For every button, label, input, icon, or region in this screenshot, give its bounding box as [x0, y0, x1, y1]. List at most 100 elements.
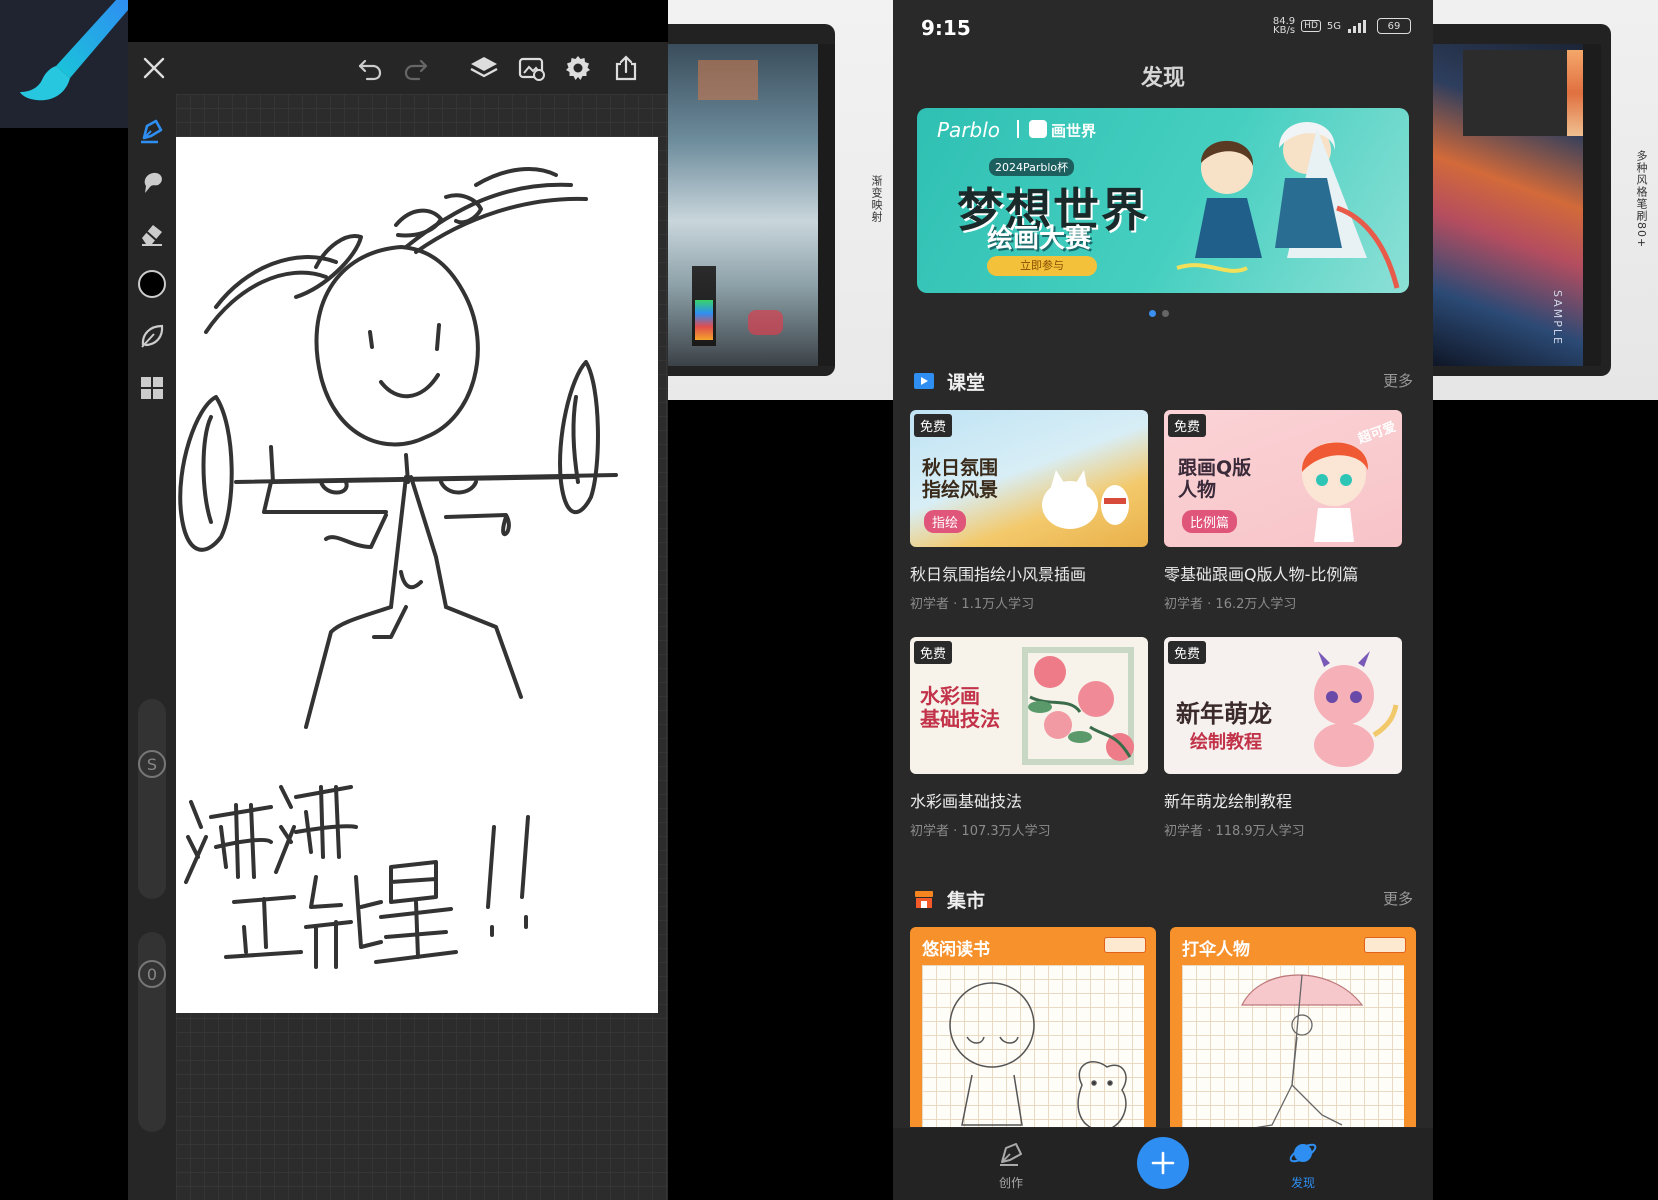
banner-subheadline: 绘画大赛 — [987, 224, 1092, 254]
classroom-title: 课堂 — [947, 372, 986, 394]
market-item-reading[interactable]: 悠闲读书 — [910, 927, 1156, 1127]
banner-dot-2[interactable] — [1162, 310, 1169, 317]
camellia-illustration — [1028, 656, 1134, 761]
share-icon[interactable] — [608, 50, 644, 86]
banner-brand-huashijie: 画世界 — [1051, 122, 1097, 140]
brush-size-slider[interactable]: S — [138, 699, 166, 899]
market-item-title: 悠闲读书 — [922, 940, 990, 960]
course-title: 零基础跟画Q版人物-比例篇 — [1164, 565, 1359, 584]
course-card-q-character[interactable]: 免费 跟画Q版 人物 比例篇 超可爱 零基础跟画Q版人物-比例篇 初学者 · 1… — [1164, 410, 1402, 612]
pen-nib-icon — [1000, 1143, 1022, 1166]
layers-icon[interactable] — [466, 50, 502, 86]
free-badge: 免费 — [1168, 641, 1207, 664]
market-title: 集市 — [947, 890, 986, 912]
brush-opacity-slider[interactable]: 0 — [138, 932, 166, 1132]
nav-create[interactable]: 创作 — [981, 1138, 1041, 1191]
chibi-character-illustration — [1301, 442, 1369, 542]
smudge-icon[interactable] — [134, 164, 170, 200]
classroom-section-header: 课堂 更多 — [913, 368, 1413, 396]
course-thumbnail: 免费 跟画Q版 人物 比例篇 超可爱 — [1164, 410, 1402, 547]
market-section-header: 集市 更多 — [913, 886, 1413, 914]
brush-opacity-knob[interactable]: 0 — [138, 960, 166, 988]
thumbnail-tag: 指绘 — [924, 510, 967, 533]
signal-icon — [1348, 20, 1366, 33]
promo-label-gradient-map: 渐变映射 — [870, 175, 883, 223]
pen-icon[interactable] — [134, 112, 170, 148]
course-card-autumn[interactable]: 免费 秋日氛围 指绘风景 指绘 秋日氛围指绘小风景插画 初学者 · 1.1万人学… — [910, 410, 1148, 612]
video-play-icon — [914, 373, 934, 389]
market-item-umbrella[interactable]: 打伞人物 — [1170, 927, 1416, 1127]
gear-icon[interactable] — [560, 50, 596, 86]
course-title: 新年萌龙绘制教程 — [1164, 792, 1293, 811]
course-card-dragon[interactable]: 免费 新年萌龙 绘制教程 新年萌龙绘制教程 初学者 · 118.9万人学习 — [1164, 637, 1402, 839]
drawing-canvas[interactable] — [176, 137, 658, 1013]
grid-layout-icon[interactable] — [134, 370, 170, 406]
drawing-editor: S 0 — [128, 0, 668, 1200]
banner-divider — [1017, 120, 1019, 138]
dragon-illustration — [1314, 651, 1399, 767]
network-type: 5G — [1326, 20, 1341, 32]
banner-dot-1[interactable] — [1149, 310, 1156, 317]
thumbnail-subcaption: 绘制教程 — [1190, 732, 1262, 753]
undo-icon[interactable] — [352, 50, 388, 86]
thumbnail-caption: 跟画Q版 人物 — [1178, 457, 1252, 501]
color-swatch[interactable] — [134, 266, 170, 302]
banner-cta-button[interactable]: 立即参与 — [987, 256, 1097, 276]
promo-strip-gradient-map[interactable]: 渐变映射 — [668, 0, 893, 400]
close-icon[interactable] — [136, 50, 172, 86]
editor-toolbar — [128, 42, 668, 94]
thumbnail-caption: 新年萌龙 — [1176, 700, 1272, 728]
eraser-icon[interactable] — [134, 216, 170, 252]
free-badge: 免费 — [1168, 414, 1207, 437]
contest-banner[interactable]: Parblo 画世界 2024Parblo杯 梦想世界 绘画大赛 立即参与 — [917, 108, 1409, 293]
course-meta: 初学者 · 1.1万人学习 — [910, 597, 1035, 612]
promo-label-brushes: 多种风格笔刷80+ — [1635, 150, 1648, 249]
hd-badge: HD — [1301, 20, 1321, 32]
editor-status-bar — [128, 0, 668, 42]
stick-figure-drawing — [178, 167, 618, 969]
sample-watermark: SAMPLE — [1551, 290, 1564, 346]
status-time: 9:15 — [921, 16, 971, 40]
leaf-brush-icon[interactable] — [134, 318, 170, 354]
vip-tag — [1104, 937, 1146, 953]
course-thumbnail: 免费 水彩画 基础技法 — [910, 637, 1148, 774]
tool-column: S 0 — [128, 94, 176, 1200]
fox-illustration — [1042, 470, 1129, 529]
page-title: 发现 — [1140, 66, 1185, 91]
umbrella-figure-sketch — [1241, 974, 1364, 1127]
course-thumbnail: 免费 新年萌龙 绘制教程 — [1164, 637, 1402, 774]
market-item-preview — [1182, 965, 1404, 1127]
screen: S 0 渐变映射 SAMPLE 多种风格笔刷80+ 9:15 84.9 KB/s… — [0, 0, 1658, 1200]
market-item-preview — [922, 965, 1144, 1127]
app-brush-icon[interactable] — [0, 0, 128, 128]
market-more-link[interactable]: 更多 — [1383, 888, 1413, 909]
free-badge: 免费 — [914, 414, 953, 437]
import-image-icon[interactable] — [514, 50, 550, 86]
discover-screen: 9:15 84.9 KB/s HD 5G 69 发现 Parblo 画世界 20… — [893, 0, 1433, 1200]
thumbnail-caption: 水彩画 基础技法 — [920, 684, 1000, 731]
free-badge: 免费 — [914, 641, 953, 664]
planet-icon — [1289, 1143, 1317, 1163]
course-meta: 初学者 · 118.9万人学习 — [1164, 824, 1305, 839]
chibi-reading-sketch — [949, 982, 1127, 1127]
course-thumbnail: 免费 秋日氛围 指绘风景 指绘 — [910, 410, 1148, 547]
market-item-title: 打伞人物 — [1182, 940, 1250, 960]
brush-size-knob[interactable]: S — [138, 750, 166, 778]
course-title: 水彩画基础技法 — [910, 792, 1023, 811]
promo-strip-brushes[interactable]: SAMPLE 多种风格笔刷80+ — [1433, 0, 1658, 400]
banner-pagination — [1149, 310, 1169, 317]
nav-discover[interactable]: 发现 — [1273, 1138, 1333, 1191]
plus-icon — [1151, 1151, 1175, 1175]
course-title: 秋日氛围指绘小风景插画 — [910, 565, 1087, 584]
banner-characters-illustration — [1176, 121, 1400, 289]
redo-icon[interactable] — [398, 50, 434, 86]
classroom-more-link[interactable]: 更多 — [1383, 370, 1413, 391]
thumbnail-tag: 比例篇 — [1182, 510, 1238, 533]
shop-icon — [915, 891, 933, 908]
add-button[interactable] — [1137, 1137, 1189, 1189]
course-card-watercolor[interactable]: 免费 水彩画 基础技法 水彩画基础技法 初学者 · 107.3万人学习 — [910, 637, 1148, 839]
status-indicators: 84.9 KB/s HD 5G 69 — [1272, 16, 1411, 36]
banner-brand-parblo: Parblo — [937, 118, 1001, 142]
course-meta: 初学者 · 16.2万人学习 — [1164, 597, 1297, 612]
network-speed: 84.9 KB/s — [1272, 16, 1296, 36]
